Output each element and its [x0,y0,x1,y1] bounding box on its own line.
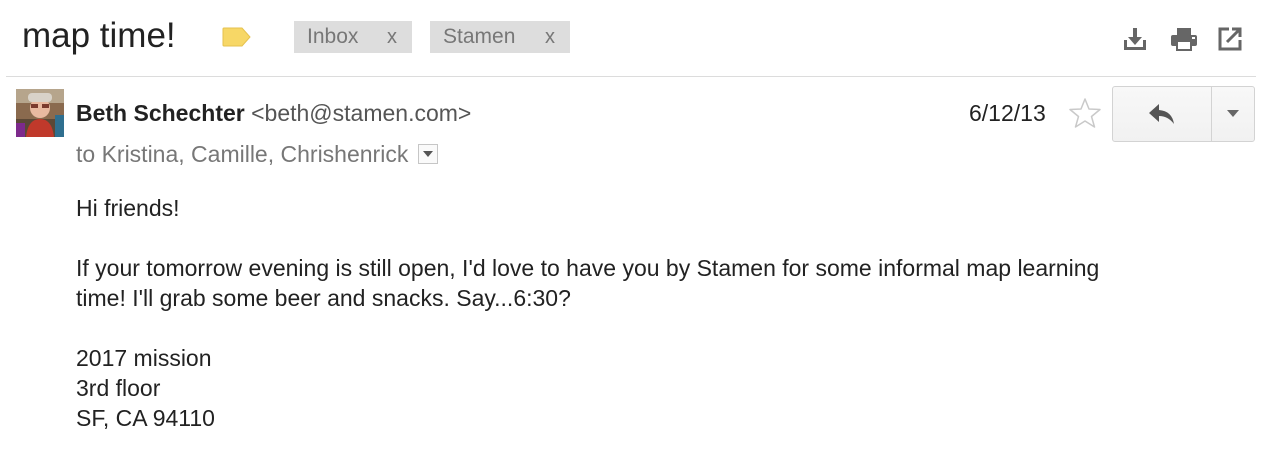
show-details-toggle[interactable] [418,143,439,164]
sender-email: <beth@stamen.com> [251,100,472,126]
sender-line: Beth Schechter <beth@stamen.com> [76,100,471,127]
print-icon[interactable] [1170,26,1198,52]
reply-button[interactable] [1113,87,1212,141]
label-chip-stamen: Stamen x [430,21,570,53]
label-chip-inbox: Inbox x [294,21,412,53]
label-chip-text: Stamen [443,25,516,48]
recipients-line: to Kristina, Camille, Chrishenrick [76,141,439,168]
remove-label-inbox-button[interactable]: x [387,21,397,53]
importance-marker-icon[interactable] [222,27,252,47]
address-line: 2017 mission [76,345,212,371]
label-chip-text: Inbox [307,25,359,48]
chevron-down-icon [423,150,434,157]
reply-button-group [1112,86,1255,142]
body-paragraph-line: If your tomorrow evening is still open, … [76,255,1100,281]
sender-name[interactable]: Beth Schechter [76,100,245,126]
sender-avatar[interactable] [16,89,64,137]
email-subject: map time! [22,16,176,55]
body-paragraph-line: time! I'll grab some beer and snacks. Sa… [76,285,571,311]
chevron-down-icon [1227,110,1239,117]
body-greeting: Hi friends! [76,195,180,221]
recipients-text: to Kristina, Camille, Chrishenrick [76,141,409,167]
reply-arrow-icon [1149,104,1174,124]
remove-label-stamen-button[interactable]: x [545,21,555,53]
thread-header: map time! Inbox x Stamen x [0,0,1276,76]
star-icon[interactable] [1068,96,1102,130]
message-date: 6/12/13 [969,100,1046,126]
message-body: Hi friends! If your tomorrow evening is … [76,193,1236,433]
download-icon[interactable] [1122,26,1148,52]
address-line: 3rd floor [76,375,161,401]
address-line: SF, CA 94110 [76,405,215,431]
header-divider [6,76,1256,77]
new-window-icon[interactable] [1217,26,1243,52]
more-options-button[interactable] [1212,87,1254,141]
